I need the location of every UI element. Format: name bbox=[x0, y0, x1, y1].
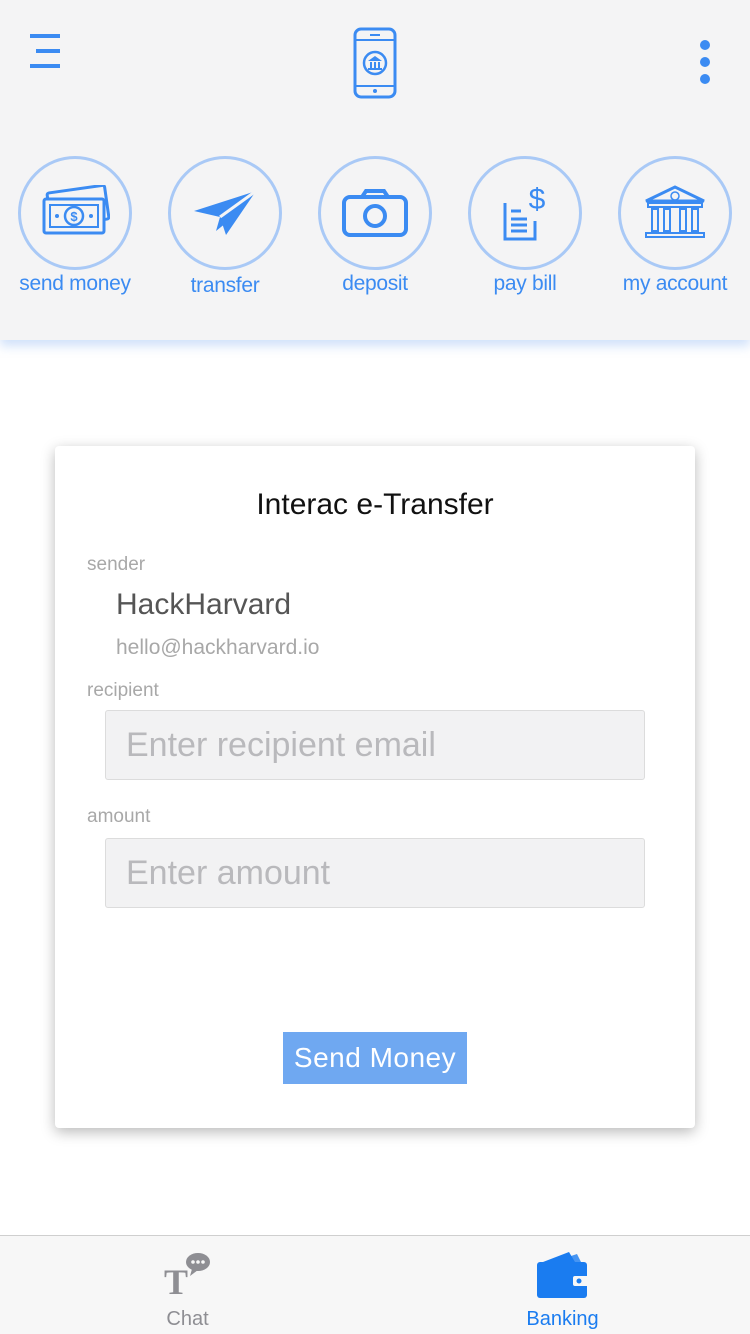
bill-dollar-icon: $ bbox=[503, 183, 546, 241]
send-money-button[interactable]: Send Money bbox=[283, 1032, 467, 1084]
action-send-money[interactable]: $ send money bbox=[0, 154, 150, 304]
recipient-label: recipient bbox=[87, 680, 159, 701]
amount-label: amount bbox=[87, 806, 151, 827]
action-pay-bill[interactable]: $ pay bill bbox=[450, 154, 600, 304]
action-label: transfer bbox=[190, 274, 260, 297]
sender-name: HackHarvard bbox=[116, 588, 292, 621]
action-label: deposit bbox=[342, 272, 408, 295]
chat-text-icon: T bbox=[160, 1250, 216, 1302]
card-title: Interac e-Transfer bbox=[256, 488, 494, 521]
tab-label: Chat bbox=[166, 1308, 209, 1330]
money-bill-icon: $ bbox=[42, 185, 110, 235]
svg-text:$: $ bbox=[529, 183, 546, 216]
tab-label: Banking bbox=[526, 1308, 599, 1330]
top-header: $ send money transfer deposit $ pay bill… bbox=[0, 0, 750, 340]
quick-actions-bar: $ send money transfer deposit $ pay bill… bbox=[0, 154, 750, 314]
bottom-tab-bar: T Chat Banking bbox=[0, 1235, 750, 1334]
more-vertical-icon[interactable] bbox=[690, 38, 720, 88]
camera-icon bbox=[342, 189, 408, 237]
send-money-circle: $ bbox=[18, 156, 132, 270]
recipient-email-input[interactable] bbox=[105, 710, 645, 780]
action-my-account[interactable]: my account bbox=[600, 154, 750, 304]
phone-bank-icon bbox=[350, 26, 400, 100]
hamburger-menu-icon[interactable] bbox=[28, 32, 68, 72]
wallet-icon bbox=[535, 1250, 591, 1300]
svg-text:T: T bbox=[164, 1262, 188, 1300]
transfer-circle bbox=[168, 156, 282, 270]
my-account-circle bbox=[618, 156, 732, 270]
bank-building-icon bbox=[645, 185, 705, 238]
paper-plane-icon bbox=[194, 189, 257, 235]
action-transfer[interactable]: transfer bbox=[150, 154, 300, 304]
tab-banking[interactable]: Banking bbox=[375, 1236, 750, 1334]
sender-email: hello@hackharvard.io bbox=[116, 636, 320, 659]
amount-input[interactable] bbox=[105, 838, 645, 908]
action-label: send money bbox=[19, 272, 131, 295]
svg-text:$: $ bbox=[70, 209, 78, 224]
tab-chat[interactable]: T Chat bbox=[0, 1236, 375, 1334]
e-transfer-card: Interac e-Transfer sender HackHarvard he… bbox=[55, 446, 695, 1128]
action-label: my account bbox=[622, 272, 728, 295]
deposit-circle bbox=[318, 156, 432, 270]
action-deposit[interactable]: deposit bbox=[300, 154, 450, 304]
action-label: pay bill bbox=[493, 272, 557, 295]
sender-label: sender bbox=[87, 554, 146, 575]
pay-bill-circle: $ bbox=[468, 156, 582, 270]
